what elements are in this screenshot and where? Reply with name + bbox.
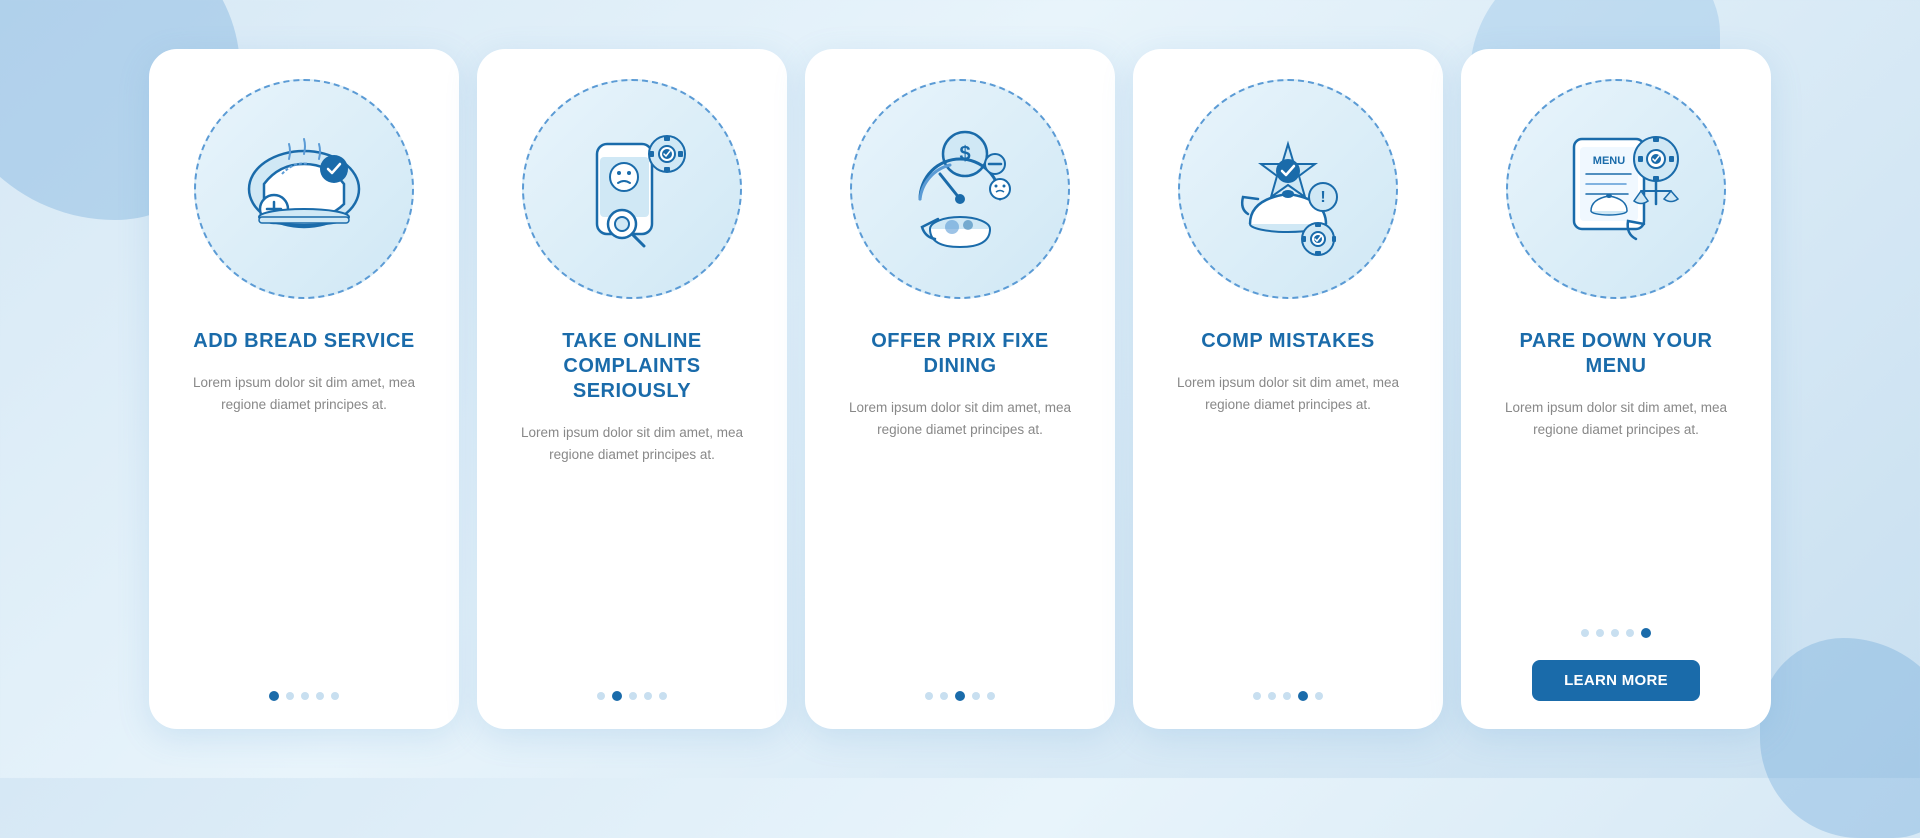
card-3-dots [925, 691, 995, 701]
card-1-icon-area [194, 79, 414, 299]
card-pare-down-menu: MENU [1461, 49, 1771, 729]
dot-5-5 [1641, 628, 1651, 638]
dot-4-2 [1268, 692, 1276, 700]
card-3-description: Lorem ipsum dolor sit dim amet, mea regi… [833, 397, 1087, 440]
dot-2-3 [629, 692, 637, 700]
card-2-dots [597, 691, 667, 701]
cards-container: ADD BREAD SERVICE Lorem ipsum dolor sit … [129, 29, 1791, 749]
dot-4-4 [1298, 691, 1308, 701]
dot-2-4 [644, 692, 652, 700]
dot-1-4 [316, 692, 324, 700]
card-1-description: Lorem ipsum dolor sit dim amet, mea regi… [177, 372, 431, 415]
card-3-icon-area: $ [850, 79, 1070, 299]
dot-4-1 [1253, 692, 1261, 700]
card-5-dots [1581, 628, 1651, 638]
card-5-description: Lorem ipsum dolor sit dim amet, mea regi… [1489, 397, 1743, 440]
prix-fixe-icon: $ [880, 109, 1040, 269]
card-4-title: COMP MISTAKES [1201, 329, 1375, 354]
dot-5-1 [1581, 629, 1589, 637]
card-4-description: Lorem ipsum dolor sit dim amet, mea regi… [1161, 372, 1415, 415]
dot-5-4 [1626, 629, 1634, 637]
dot-3-4 [972, 692, 980, 700]
dot-2-1 [597, 692, 605, 700]
dot-2-2 [612, 691, 622, 701]
dot-1-3 [301, 692, 309, 700]
dot-3-5 [987, 692, 995, 700]
dot-3-2 [940, 692, 948, 700]
dot-1-5 [331, 692, 339, 700]
dot-1-1 [269, 691, 279, 701]
comp-mistakes-icon: ! [1208, 109, 1368, 269]
dot-5-3 [1611, 629, 1619, 637]
card-offer-prix-fixe: $ [805, 49, 1115, 729]
card-take-online-complaints: TAKE ONLINE COMPLAINTS SERIOUSLY Lorem i… [477, 49, 787, 729]
card-4-icon-area: ! [1178, 79, 1398, 299]
svg-text:!: ! [1320, 189, 1325, 206]
dot-5-2 [1596, 629, 1604, 637]
card-2-title: TAKE ONLINE COMPLAINTS SERIOUSLY [505, 329, 759, 404]
dot-4-5 [1315, 692, 1323, 700]
card-5-icon-area: MENU [1506, 79, 1726, 299]
pare-down-menu-icon: MENU [1536, 109, 1696, 269]
svg-text:$: $ [959, 143, 970, 165]
card-1-dots [269, 691, 339, 701]
card-5-title: PARE DOWN YOUR MENU [1489, 329, 1743, 379]
dot-1-2 [286, 692, 294, 700]
card-4-dots [1253, 691, 1323, 701]
card-1-title: ADD BREAD SERVICE [193, 329, 415, 354]
dot-4-3 [1283, 692, 1291, 700]
card-add-bread-service: ADD BREAD SERVICE Lorem ipsum dolor sit … [149, 49, 459, 729]
bread-service-icon [224, 109, 384, 269]
card-comp-mistakes: ! COMP MISTAKES Lorem ipsum dolor sit di… [1133, 49, 1443, 729]
learn-more-button[interactable]: LEARN MORE [1532, 660, 1700, 701]
dot-3-3 [955, 691, 965, 701]
dot-3-1 [925, 692, 933, 700]
online-complaints-icon [552, 109, 712, 269]
dot-2-5 [659, 692, 667, 700]
card-3-title: OFFER PRIX FIXE DINING [833, 329, 1087, 379]
card-2-description: Lorem ipsum dolor sit dim amet, mea regi… [505, 422, 759, 465]
svg-text:MENU: MENU [1593, 155, 1625, 167]
card-2-icon-area [522, 79, 742, 299]
